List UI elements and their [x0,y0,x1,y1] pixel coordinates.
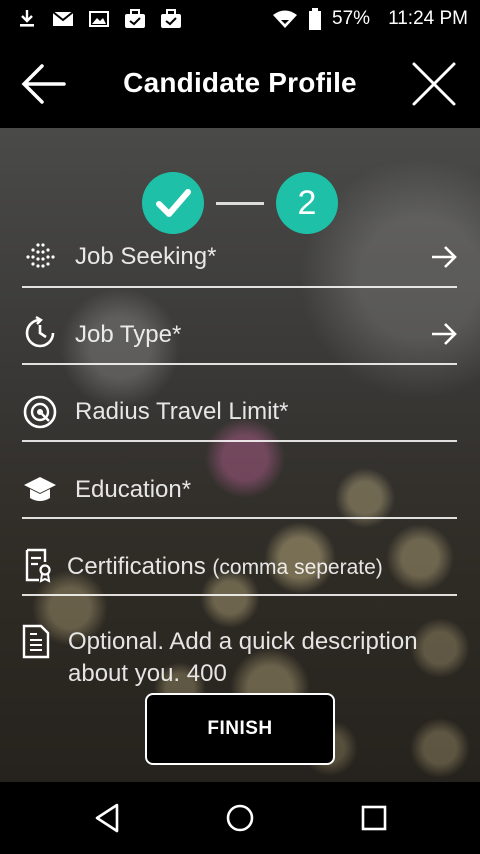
certifications-main: Certifications [67,553,206,580]
certifications-field[interactable]: Certifications (comma seperate) [22,519,457,596]
certifications-hint: (comma seperate) [212,556,383,579]
job-type-field[interactable]: Job Type* [22,288,457,365]
download-icon [20,10,34,27]
radius-travel-field[interactable]: Radius Travel Limit* [22,365,457,442]
job-seeking-field[interactable]: Job Seeking* [22,211,457,288]
page-title: Candidate Profile [123,67,357,98]
briefcase-check-icon [161,9,181,28]
graduation-cap-icon [24,477,56,501]
mail-icon [52,11,74,26]
certifications-label: Certifications (comma seperate) [67,553,383,581]
step-connector [216,202,264,205]
system-status: 57% 11:24 PM [272,8,468,30]
arrow-right-icon[interactable] [430,320,458,348]
battery-percent: 57% [332,8,371,29]
home-icon[interactable] [222,800,258,836]
radius-label: Radius Travel Limit* [75,398,289,425]
education-field[interactable]: Education* [22,442,457,519]
description-field[interactable]: Optional. Add a quick description about … [22,622,457,692]
dots-grid-icon [26,243,55,268]
job-type-label: Job Type* [75,321,182,348]
radius-target-icon [23,395,57,429]
arrow-left-icon[interactable] [20,62,68,106]
document-icon [22,624,50,659]
status-bar: 57% 11:24 PM [0,0,480,38]
image-icon [89,11,109,27]
clock: 11:24 PM [388,8,468,29]
app-header: Candidate Profile [0,38,480,128]
back-icon[interactable] [89,800,125,836]
recents-icon[interactable] [356,800,392,836]
form-area: 2 Job Seeking* Job Type* Radius Travel L… [0,128,480,782]
navigation-bar [0,782,480,854]
finish-button[interactable]: FINISH [145,693,335,765]
notification-icons [16,9,182,29]
close-icon[interactable] [410,60,458,108]
job-seeking-label: Job Seeking* [75,243,217,270]
wifi-icon [273,10,298,28]
description-placeholder: Optional. Add a quick description about … [68,628,418,687]
arrow-right-icon[interactable] [430,243,458,271]
briefcase-check-icon [125,9,145,28]
education-label: Education* [75,476,192,503]
battery-icon [309,8,322,30]
clock-icon [25,315,55,348]
certificate-icon [25,548,51,583]
